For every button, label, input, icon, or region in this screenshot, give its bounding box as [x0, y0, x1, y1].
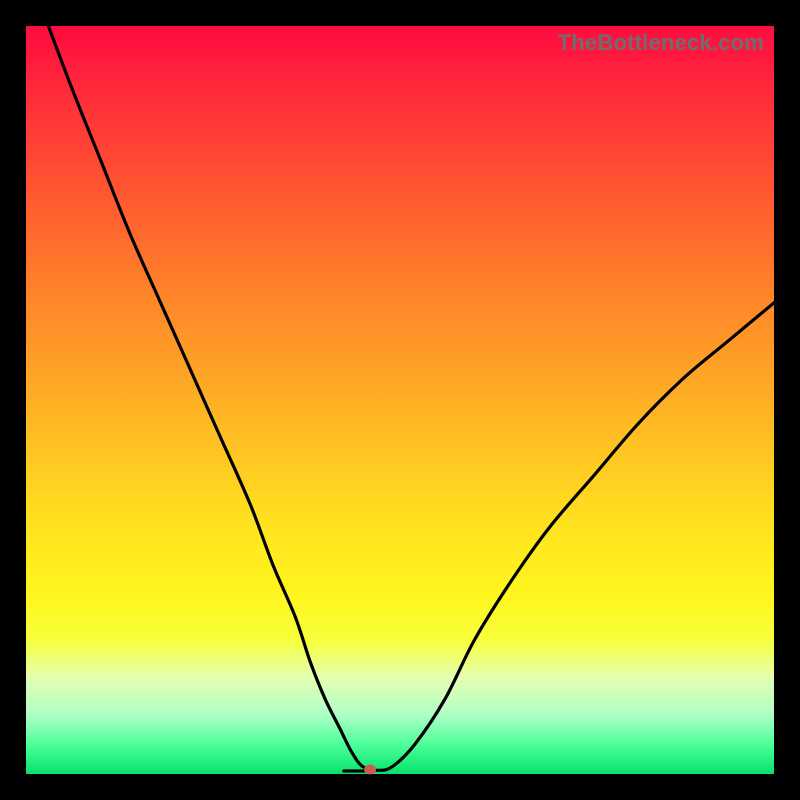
bottleneck-curve [26, 26, 774, 774]
plot-area: TheBottleneck.com [26, 26, 774, 774]
curve-path [48, 26, 774, 770]
chart-frame: TheBottleneck.com [0, 0, 800, 800]
optimal-point-marker [364, 765, 376, 775]
